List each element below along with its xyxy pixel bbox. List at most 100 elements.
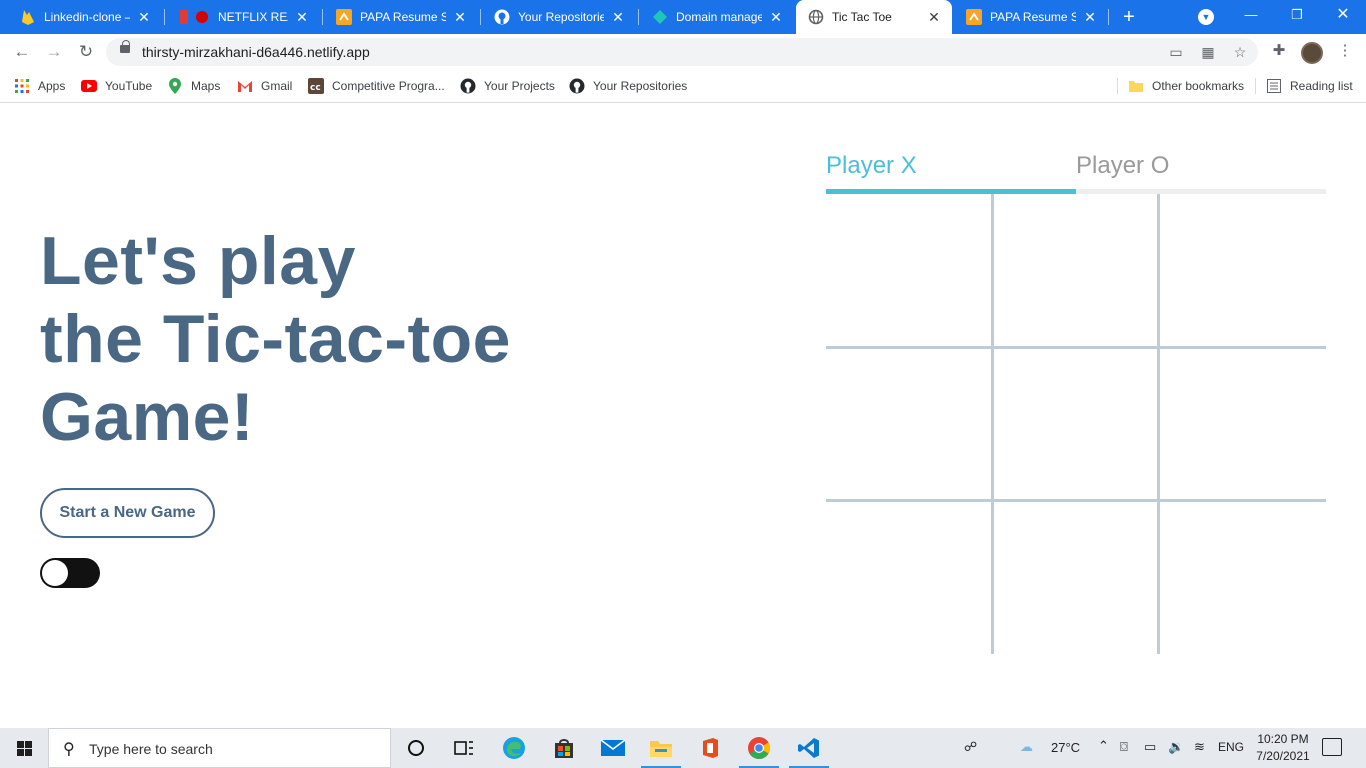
tab-title: Tic Tac Toe bbox=[832, 10, 892, 24]
tab-title: Linkedin-clone – F bbox=[44, 10, 130, 24]
show-hidden-icons-icon[interactable]: ⌃ bbox=[1098, 738, 1109, 754]
forward-arrow-icon[interactable]: → bbox=[42, 40, 66, 64]
clock-time: 10:20 PM bbox=[1257, 732, 1309, 746]
bookmark-other-bookmarks[interactable]: Other bookmarks bbox=[1128, 77, 1244, 95]
board-cell-7[interactable] bbox=[994, 502, 1157, 654]
tab-netflix-react[interactable]: NETFLIX REACT ✕ bbox=[166, 0, 320, 34]
start-new-game-button[interactable]: Start a New Game bbox=[40, 488, 215, 538]
vscode-icon[interactable] bbox=[785, 728, 833, 768]
theme-toggle[interactable] bbox=[40, 558, 100, 588]
tab-search-icon[interactable]: ▼ bbox=[1198, 9, 1214, 25]
close-window-button[interactable]: ✕ bbox=[1320, 0, 1366, 30]
board-cell-5[interactable] bbox=[1160, 349, 1326, 499]
tab-tic-tac-toe[interactable]: Tic Tac Toe ✕ bbox=[796, 0, 952, 34]
headline-line: Game! bbox=[40, 379, 255, 455]
menu-icon[interactable]: ⋮ bbox=[1336, 42, 1354, 60]
people-icon[interactable]: ☍ bbox=[964, 739, 977, 755]
board-cell-1[interactable] bbox=[994, 194, 1157, 346]
board-cell-3[interactable] bbox=[826, 349, 991, 499]
grid-line bbox=[826, 346, 1326, 349]
lock-icon[interactable] bbox=[120, 40, 130, 53]
reading-list-button[interactable]: Reading list bbox=[1266, 77, 1353, 95]
player-o-label: Player O bbox=[1076, 152, 1170, 179]
tab-title: Your Repositories bbox=[518, 10, 604, 24]
notifications-icon[interactable] bbox=[1322, 738, 1342, 756]
minimize-button[interactable]: — bbox=[1228, 0, 1274, 30]
tab-domain-manager[interactable]: Domain manager ✕ bbox=[640, 0, 794, 34]
grid-line bbox=[826, 499, 1326, 502]
office-icon[interactable] bbox=[686, 728, 734, 768]
tab-strip: Linkedin-clone – F ✕ NETFLIX REACT ✕ PAP… bbox=[0, 0, 1366, 34]
search-icon: ⚲ bbox=[63, 741, 75, 758]
tab-linkedin-clone[interactable]: Linkedin-clone – F ✕ bbox=[8, 0, 162, 34]
tab-your-repositories[interactable]: Your Repositories ✕ bbox=[482, 0, 636, 34]
battery-icon[interactable]: ▭ bbox=[1144, 739, 1156, 755]
tab-title: PAPA Resume Sta bbox=[360, 10, 446, 24]
restore-button[interactable]: ❐ bbox=[1274, 0, 1320, 30]
mail-icon[interactable] bbox=[589, 728, 637, 768]
new-tab-button[interactable]: + bbox=[1116, 4, 1142, 30]
board-cell-8[interactable] bbox=[1160, 502, 1326, 654]
board-cell-0[interactable] bbox=[826, 194, 991, 346]
language-indicator[interactable]: ENG bbox=[1218, 740, 1244, 754]
player-turn-indicator: Player X Player O bbox=[826, 152, 1326, 194]
youtube-icon bbox=[81, 78, 97, 94]
board-cell-2[interactable] bbox=[1160, 194, 1326, 346]
bookmark-your-projects[interactable]: Your Projects bbox=[460, 77, 555, 95]
close-icon[interactable]: ✕ bbox=[1082, 9, 1098, 26]
tab-papa-resume-2[interactable]: PAPA Resume Sta ✕ bbox=[954, 0, 1108, 34]
bookmark-competitive-programming[interactable]: cc Competitive Progra... bbox=[308, 77, 445, 95]
papa-resume-icon bbox=[966, 9, 982, 25]
reload-icon[interactable]: ↻ bbox=[74, 40, 98, 64]
close-icon[interactable]: ✕ bbox=[610, 9, 626, 26]
meet-now-icon[interactable]: ⌼ bbox=[1120, 739, 1128, 755]
profile-avatar[interactable] bbox=[1301, 42, 1323, 64]
address-bar[interactable]: thirsty-mirzakhani-d6a446.netlify.app ▭ … bbox=[106, 38, 1258, 66]
taskbar-search-box[interactable]: ⚲ Type here to search bbox=[48, 728, 391, 768]
qr-code-icon[interactable]: ▦ bbox=[1200, 44, 1216, 60]
bookmark-gmail[interactable]: Gmail bbox=[237, 77, 292, 95]
clock-date: 7/20/2021 bbox=[1256, 749, 1310, 763]
tab-papa-resume-1[interactable]: PAPA Resume Sta ✕ bbox=[324, 0, 478, 34]
close-icon[interactable]: ✕ bbox=[926, 9, 942, 26]
cast-icon[interactable]: ▭ bbox=[1168, 44, 1184, 60]
close-icon[interactable]: ✕ bbox=[294, 9, 310, 26]
address-toolbar: ← → ↻ thirsty-mirzakhani-d6a446.netlify.… bbox=[0, 34, 1366, 70]
search-placeholder: Type here to search bbox=[89, 741, 213, 757]
bookmark-maps[interactable]: Maps bbox=[167, 77, 220, 95]
netlify-icon bbox=[652, 9, 668, 25]
bookmark-star-icon[interactable]: ☆ bbox=[1232, 44, 1248, 60]
volume-icon[interactable]: 🔉 bbox=[1168, 739, 1184, 755]
wifi-icon[interactable]: ≋ bbox=[1194, 739, 1205, 755]
file-explorer-icon[interactable] bbox=[637, 728, 685, 768]
board-cell-6[interactable] bbox=[826, 502, 991, 654]
headline-line: the Tic-tac-toe bbox=[40, 301, 511, 377]
close-icon[interactable]: ✕ bbox=[136, 9, 152, 26]
tab-title: PAPA Resume Sta bbox=[990, 10, 1076, 24]
svg-text:cc: cc bbox=[310, 83, 321, 93]
tab-title: Domain manager bbox=[676, 10, 762, 24]
player-x-label: Player X bbox=[826, 152, 917, 179]
back-arrow-icon[interactable]: ← bbox=[10, 40, 34, 64]
bookmarks-bar: Apps YouTube Maps Gmail cc Competitive P… bbox=[0, 70, 1366, 103]
store-icon[interactable] bbox=[540, 728, 588, 768]
weather-temperature[interactable]: 27°C bbox=[1051, 740, 1080, 755]
bookmark-youtube[interactable]: YouTube bbox=[81, 77, 152, 95]
system-clock[interactable]: 10:20 PM 7/20/2021 bbox=[1248, 731, 1318, 765]
bookmark-your-repositories[interactable]: Your Repositories bbox=[569, 77, 687, 95]
weather-icon[interactable]: ☁ bbox=[1020, 739, 1033, 755]
task-view-icon[interactable] bbox=[440, 728, 488, 768]
headline-line: Let's play bbox=[40, 223, 356, 299]
start-button[interactable] bbox=[0, 728, 48, 768]
url-text[interactable]: thirsty-mirzakhani-d6a446.netlify.app bbox=[142, 44, 370, 60]
extensions-icon[interactable]: ✚ bbox=[1270, 42, 1288, 60]
close-icon[interactable]: ✕ bbox=[452, 9, 468, 26]
edge-icon[interactable] bbox=[490, 728, 538, 768]
globe-icon bbox=[808, 9, 824, 25]
bookmark-apps[interactable]: Apps bbox=[14, 77, 65, 95]
cortana-icon[interactable] bbox=[392, 728, 440, 768]
board-cell-4[interactable] bbox=[994, 349, 1157, 499]
folder-icon bbox=[1128, 78, 1144, 94]
chrome-icon[interactable] bbox=[735, 728, 783, 768]
close-icon[interactable]: ✕ bbox=[768, 9, 784, 26]
